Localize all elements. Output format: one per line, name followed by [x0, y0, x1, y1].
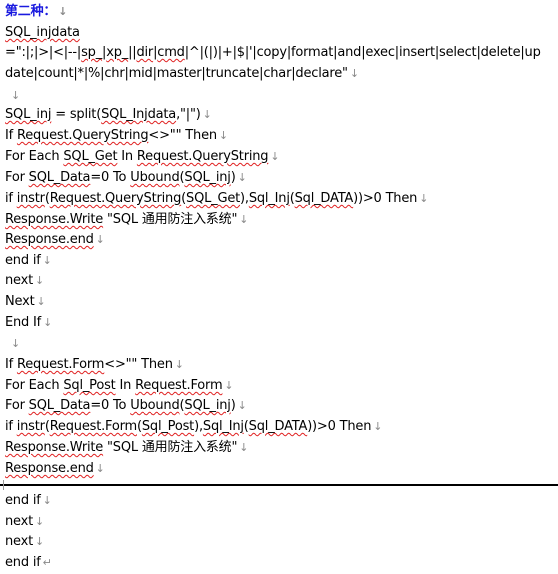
- line-break-mark: ↓: [58, 5, 68, 18]
- line-break-mark: ↓: [224, 379, 234, 392]
- line-break-mark: ↓: [10, 89, 20, 102]
- code-line: SQL_inj = split(SQL_Injdata,"|") ↓: [5, 106, 212, 124]
- code-text: Response.Write "SQL 通用防注入系统": [5, 212, 238, 227]
- code-text: if instr(Request.QueryString(SQL_Get),Sq…: [5, 191, 418, 206]
- code-text: Response.Write "SQL 通用防注入系统": [5, 440, 238, 455]
- line-break-mark: ↓: [349, 67, 359, 80]
- line-break-mark: ↓: [237, 171, 247, 184]
- code-text: date|count|*|%|chr|mid|master|truncate|c…: [5, 66, 348, 81]
- code-line: ↓: [5, 87, 20, 105]
- code-text: if instr(Request.Form(Sql_Post),Sql_Inj(…: [5, 419, 372, 434]
- line-break-mark: ↓: [95, 233, 105, 246]
- line-break-mark: ↓: [42, 494, 52, 507]
- line-break-mark: ↓: [43, 316, 53, 329]
- section-heading: 第二种： ↓: [5, 3, 67, 21]
- code-line: end if ↓: [5, 492, 52, 510]
- line-break-mark: ↓: [35, 535, 45, 548]
- line-break-mark: ↓: [218, 129, 228, 142]
- code-line: For SQL_Data=0 To Ubound(SQL_inj) ↓: [5, 397, 247, 415]
- code-text: next: [5, 273, 33, 288]
- line-break-mark: ↓: [10, 337, 20, 350]
- code-line: if instr(Request.Form(Sql_Post),Sql_Inj(…: [5, 418, 382, 436]
- code-line: If Request.Form<>"" Then ↓: [5, 356, 184, 374]
- code-line: Response.end ↓: [5, 231, 105, 249]
- line-break-mark: ↓: [35, 274, 45, 287]
- code-line: date|count|*|%|chr|mid|master|truncate|c…: [5, 65, 359, 83]
- code-line: For Each Sql_Post In Request.Form ↓: [5, 377, 234, 395]
- line-break-mark: ↓: [202, 108, 212, 121]
- code-line: Response.end ↓: [5, 460, 105, 478]
- line-break-mark: ↓: [35, 515, 45, 528]
- code-line: next ↓: [5, 513, 44, 531]
- code-line: If Request.QueryString<>"" Then ↓: [5, 127, 228, 145]
- code-text: end if: [5, 555, 41, 570]
- code-text: For SQL_Data=0 To Ubound(SQL_inj): [5, 398, 236, 413]
- code-line: For Each SQL_Get In Request.QueryString ↓: [5, 148, 280, 166]
- code-text: For Each Sql_Post In Request.Form: [5, 378, 223, 393]
- code-text: If Request.Form<>"" Then: [5, 357, 173, 372]
- line-break-mark: ↓: [373, 420, 383, 433]
- line-break-mark: ↓: [237, 399, 247, 412]
- code-text: Response.end: [5, 461, 94, 476]
- code-line: End If ↓: [5, 314, 52, 332]
- code-text: Response.end: [5, 232, 94, 247]
- line-break-mark: ↓: [42, 254, 52, 267]
- line-break-mark: ↓: [36, 295, 46, 308]
- line-break-mark: ↓: [270, 150, 280, 163]
- code-text: For SQL_Data=0 To Ubound(SQL_inj): [5, 170, 236, 185]
- code-line: if instr(Request.QueryString(SQL_Get),Sq…: [5, 190, 428, 208]
- code-text: If Request.QueryString<>"" Then: [5, 128, 217, 143]
- code-text: =":|;|>|<|--|sp_|xp_||dir|cmd|^|(|)|+|$|…: [5, 45, 541, 60]
- code-line: end if ↵: [5, 554, 52, 572]
- code-line: next ↓: [5, 272, 44, 290]
- code-line: SQL_injdata: [5, 24, 80, 42]
- code-line: =":|;|>|<|--|sp_|xp_||dir|cmd|^|(|)|+|$|…: [5, 44, 541, 62]
- line-break-mark: ↓: [419, 192, 429, 205]
- code-text: SQL_injdata: [5, 25, 80, 40]
- line-break-mark: ↓: [95, 462, 105, 475]
- heading-text: 第二种：: [5, 4, 57, 19]
- code-line: Next ↓: [5, 293, 46, 311]
- code-line: end if ↓: [5, 252, 52, 270]
- code-text: For Each SQL_Get In Request.QueryString: [5, 149, 269, 164]
- code-text: SQL_inj = split(SQL_Injdata,"|"): [5, 107, 201, 122]
- code-text: next: [5, 514, 33, 529]
- code-line: Response.Write "SQL 通用防注入系统" ↓: [5, 211, 248, 229]
- code-text: end if: [5, 253, 41, 268]
- line-break-mark: ↓: [174, 358, 184, 371]
- horizontal-rule: [0, 484, 558, 486]
- text-boundary-marker: [0, 480, 4, 490]
- code-text: next: [5, 534, 33, 549]
- code-line: For SQL_Data=0 To Ubound(SQL_inj) ↓: [5, 169, 247, 187]
- code-text: end if: [5, 493, 41, 508]
- line-break-mark: ↓: [239, 441, 249, 454]
- code-line: Response.Write "SQL 通用防注入系统" ↓: [5, 439, 248, 457]
- code-line: next ↓: [5, 533, 44, 551]
- line-break-mark: ↓: [239, 213, 249, 226]
- code-text: Next: [5, 294, 35, 309]
- code-text: End If: [5, 315, 42, 330]
- code-line: ↓: [5, 335, 20, 353]
- paragraph-mark: ↵: [42, 556, 52, 569]
